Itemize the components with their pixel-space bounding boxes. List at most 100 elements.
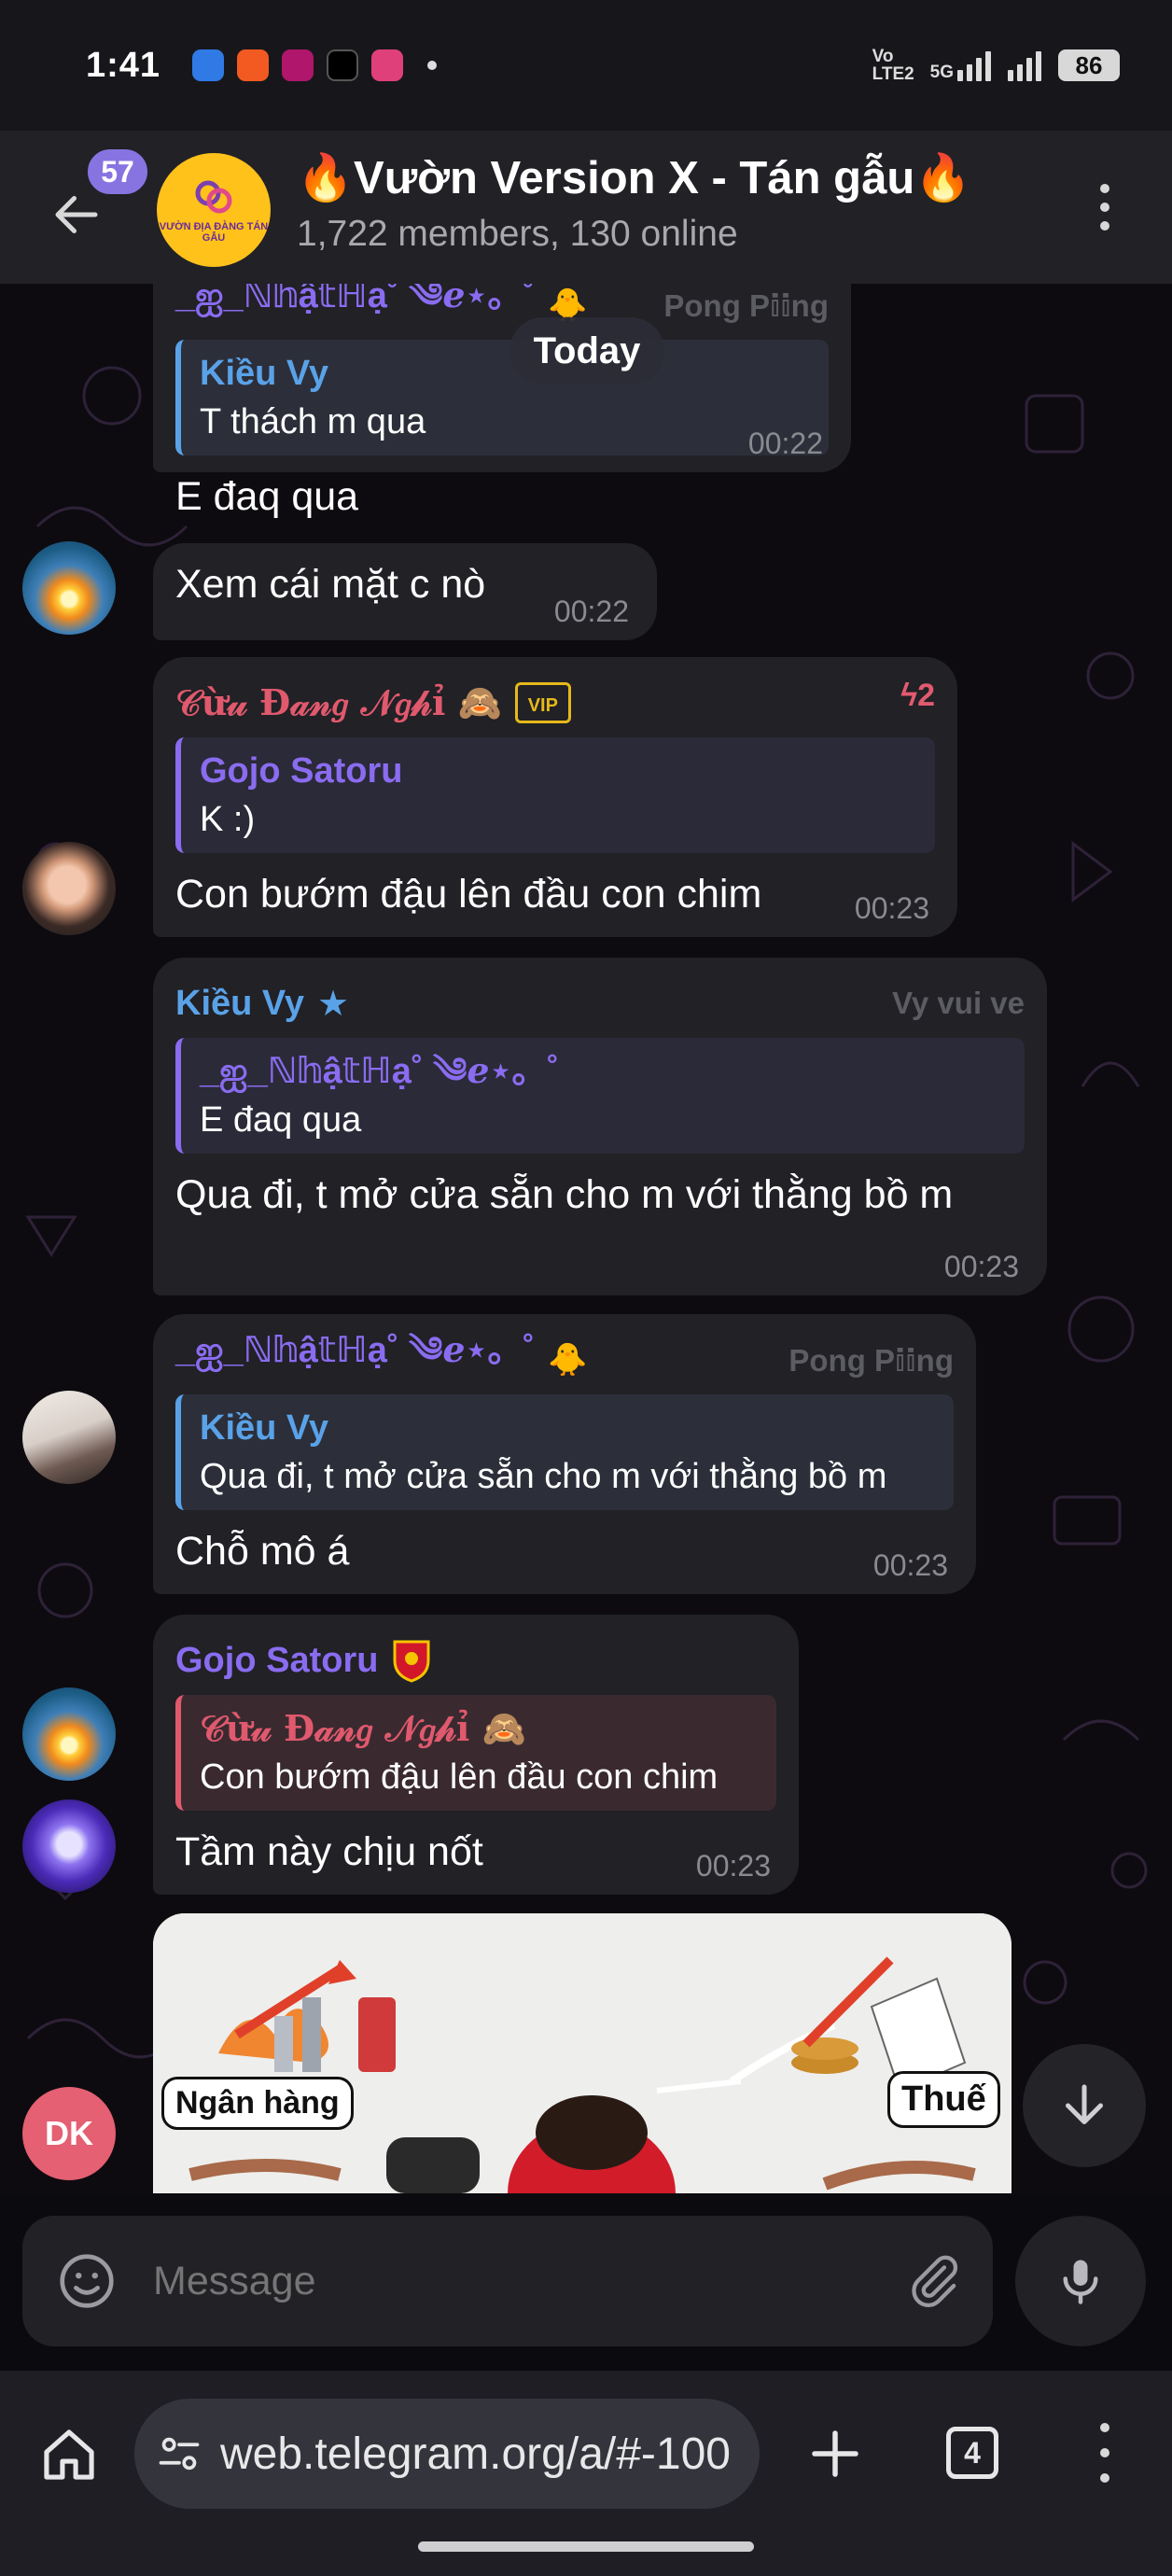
back-arrow-icon: [55, 196, 98, 233]
message-bubble[interactable]: Kiều Vy ★ Vy vui ve _ஐ_ℕ𝕙ậ𝕥ℍạ˚ ༄ℯ⋆。˚ E đ…: [153, 958, 1047, 1295]
reply-text: T thách m qua: [200, 402, 426, 441]
reply-quote[interactable]: 𝒞ừ𝓊 Đ𝒶𝓃𝑔 𝒩𝑔𝒽ỉ 🙈 Con bướm đậu lên đầu con…: [175, 1695, 776, 1811]
message-composer: [22, 2216, 993, 2346]
sender-tag: Pong P𝕚𝕚ng: [663, 287, 829, 323]
message-list[interactable]: _ஐ_ℕ𝕙ậ𝕥ℍạ˚ ༄ℯ⋆。˚ 🐥 Pong P𝕚𝕚ng Kiều Vy T …: [0, 284, 1172, 2193]
tab-switcher-button[interactable]: 4: [946, 2427, 998, 2479]
image-label-bank: Ngân hàng: [164, 2079, 351, 2127]
reply-quote[interactable]: Gojo Satoru K :): [175, 737, 935, 853]
new-tab-icon[interactable]: [804, 2423, 866, 2485]
date-separator: Today: [509, 317, 664, 385]
user-avatar[interactable]: [22, 842, 116, 935]
duck-emoji-icon: 🐥: [548, 1342, 588, 1378]
sender-name[interactable]: 𝒞ừ𝓊 Đ𝒶𝓃𝑔 𝒩𝑔𝒽ỉ 🙈: [175, 681, 502, 724]
reply-text: K :): [200, 800, 256, 839]
user-avatar[interactable]: [22, 1799, 116, 1893]
emoji-icon[interactable]: [54, 2248, 119, 2314]
club-crest-icon: [393, 1640, 430, 1683]
momo-icon: [282, 49, 314, 81]
reply-text: Qua đi, t mở cửa sẵn cho m với thằng bồ …: [200, 1457, 887, 1496]
sender-name[interactable]: _ஐ_ℕ𝕙ậ𝕥ℍạ˚ ༄ℯ⋆。˚: [175, 284, 535, 356]
group-title: 🔥Vườn Version X - Tán gẫu🔥: [297, 153, 972, 203]
image-message[interactable]: Ngân hàng Thuế: [153, 1913, 1012, 2193]
dot-icon: [1100, 203, 1109, 212]
battery-level: 86: [1075, 50, 1103, 79]
lotte-icon: [371, 49, 404, 81]
message-bubble[interactable]: Gojo Satoru 𝒞ừ𝓊 Đ𝒶𝓃𝑔 𝒩𝑔𝒽ỉ 🙈 Con bướm đậu…: [153, 1615, 799, 1895]
address-bar[interactable]: web.telegram.org/a/#-100: [134, 2399, 760, 2509]
message-bubble[interactable]: _ஐ_ℕ𝕙ậ𝕥ℍạ˚ ༄ℯ⋆。˚ 🐥 Pong P𝕚𝕚ng Kiều Vy T …: [153, 284, 851, 519]
browser-menu-button[interactable]: [1094, 2423, 1116, 2483]
message-time: 00:23: [695, 1849, 771, 1883]
message-text: E đaq qua: [175, 474, 359, 519]
reply-quote[interactable]: Kiều Vy T thách m qua: [175, 340, 829, 455]
dot-icon: [1100, 2448, 1109, 2457]
user-avatar[interactable]: [22, 1687, 116, 1781]
network-type-label: 5G: [929, 63, 954, 82]
tab-count: 4: [964, 2435, 981, 2470]
home-icon[interactable]: [37, 2423, 101, 2486]
sender-name[interactable]: Kiều Vy: [175, 984, 304, 1024]
threads-icon: [327, 49, 359, 81]
status-time: 1:41: [86, 45, 161, 85]
message-time: 00:23: [943, 1250, 1019, 1283]
reply-sender: Kiều Vy: [200, 354, 328, 393]
vip-badge: VIP: [514, 682, 571, 723]
message-time: 00:22: [553, 595, 629, 628]
star-icon: ★: [316, 984, 350, 1024]
message-text: Qua đi, t mở cửa sẵn cho m với thằng bồ …: [175, 1172, 954, 1217]
microphone-icon: [1063, 2260, 1098, 2304]
user-avatar[interactable]: [22, 541, 116, 635]
message-bubble[interactable]: _ஐ_ℕ𝕙ậ𝕥ℍạ˚ ༄ℯ⋆。˚ 🐥 Pong P𝕚𝕚ng Kiều Vy Qu…: [153, 1314, 976, 1594]
image-label-tax: Thuế: [890, 2074, 998, 2125]
group-subtitle: 1,722 members, 130 online: [297, 214, 738, 254]
dot-icon: [1100, 2423, 1109, 2432]
sender-name[interactable]: Gojo Satoru: [175, 1641, 378, 1681]
signal-icon: [957, 49, 991, 81]
volte-label: Vo LTE2: [872, 47, 914, 84]
meme-image: [153, 1913, 1012, 2193]
dot-icon: [1100, 2473, 1109, 2483]
more-options-button[interactable]: [1086, 179, 1123, 235]
unread-badge: 57: [84, 146, 151, 198]
battery-icon: 86: [1058, 49, 1120, 81]
message-time: 00:22: [747, 427, 823, 460]
reply-quote[interactable]: _ஐ_ℕ𝕙ậ𝕥ℍạ˚ ༄ℯ⋆。˚ E đaq qua: [175, 1038, 1025, 1154]
attach-icon[interactable]: [903, 2251, 963, 2311]
url-text: web.telegram.org/a/#-100: [220, 2429, 731, 2479]
voice-record-button[interactable]: [1015, 2216, 1146, 2346]
site-settings-icon[interactable]: [155, 2429, 203, 2478]
message-text: Tầm này chịu nốt: [175, 1829, 483, 1874]
wifi-app-icon: [192, 49, 225, 81]
reply-quote[interactable]: Kiều Vy Qua đi, t mở cửa sẵn cho m với t…: [175, 1394, 954, 1510]
reply-sender: Gojo Satoru: [200, 751, 403, 791]
message-input[interactable]: [153, 2258, 862, 2304]
dot-icon: [1100, 221, 1109, 231]
sender-tag: Vy vui ve: [892, 986, 1025, 1020]
sender-name[interactable]: _ஐ_ℕ𝕙ậ𝕥ℍạ˚ ༄ℯ⋆。˚: [175, 1310, 535, 1410]
dot-icon: [1100, 184, 1109, 193]
message-text: Chỗ mô á: [175, 1529, 350, 1574]
message-bubble[interactable]: 𝒞ừ𝓊 Đ𝒶𝓃𝑔 𝒩𝑔𝒽ỉ 🙈 VIP ϟ2 Gojo Satoru K :) …: [153, 657, 957, 937]
reply-text: E đaq qua: [200, 1100, 362, 1140]
user-avatar[interactable]: [22, 1391, 116, 1484]
chat-header: 57 VƯỜN ĐỊA ĐÀNG TÁN GẪU 🔥Vườn Version X…: [0, 131, 1172, 284]
group-avatar[interactable]: VƯỜN ĐỊA ĐÀNG TÁN GẪU: [157, 153, 271, 267]
group-logo-icon: [195, 180, 232, 214]
reply-sender: _ஐ_ℕ𝕙ậ𝕥ℍạ˚ ༄ℯ⋆。˚: [200, 1052, 560, 1091]
boost-count: ϟ2: [900, 678, 935, 713]
more-notifications-icon: [427, 61, 438, 70]
reply-sender: Kiều Vy: [200, 1408, 328, 1448]
arrow-down-icon: [1066, 2084, 1103, 2124]
header-info[interactable]: 🔥Vườn Version X - Tán gẫu🔥 1,722 members…: [297, 151, 971, 255]
signal-icon-2: [1008, 49, 1041, 81]
gesture-navigation-bar[interactable]: [418, 2541, 754, 2552]
sender-tag: Pong P𝕚𝕚ng: [788, 1342, 954, 1378]
message-bubble[interactable]: Xem cái mặt c nò 00:22: [153, 543, 657, 640]
user-avatar-dk[interactable]: DK: [22, 2087, 116, 2180]
shopee-icon: [237, 49, 270, 81]
message-time: 00:23: [854, 891, 929, 925]
notification-icons: [192, 49, 438, 81]
scroll-to-bottom-button[interactable]: [1023, 2044, 1146, 2167]
reply-text: Con bướm đậu lên đầu con chim: [200, 1757, 719, 1797]
